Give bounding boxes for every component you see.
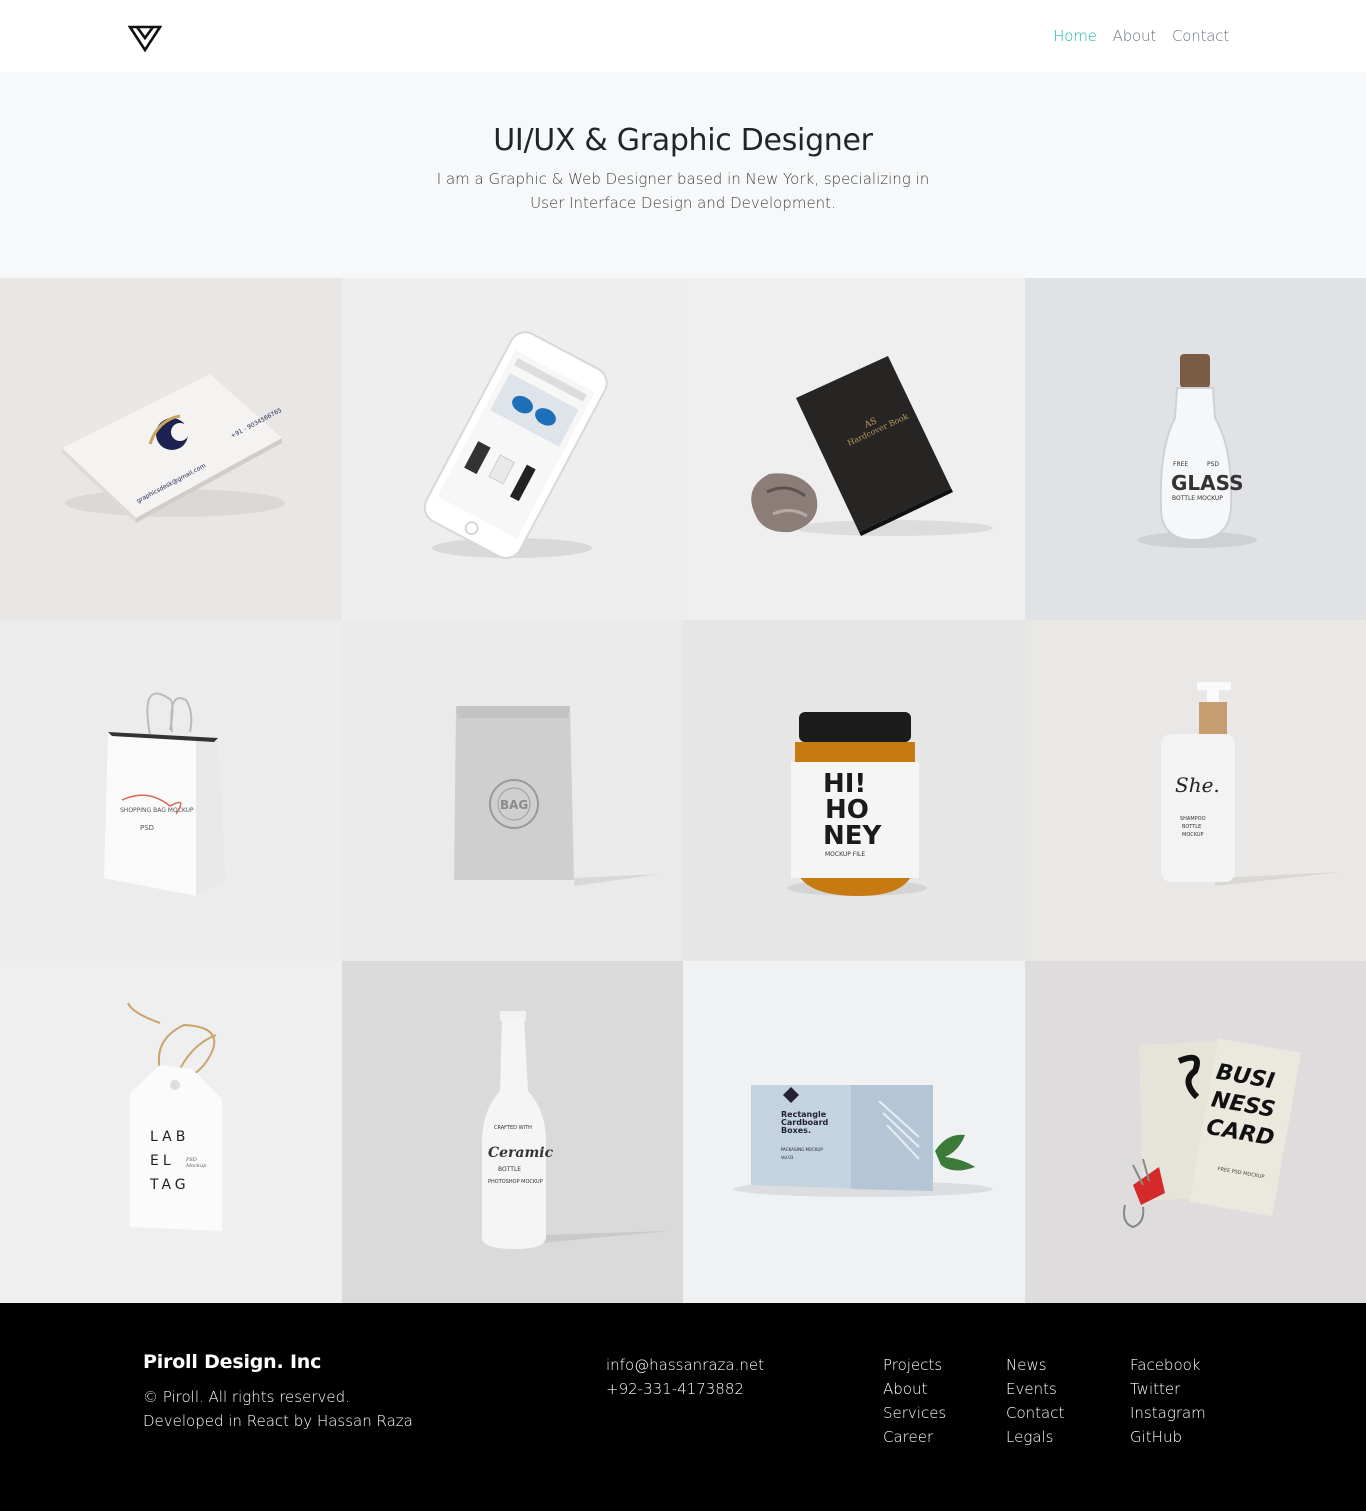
footer-col-info: News Events Contact Legals bbox=[1006, 1353, 1064, 1449]
honey-line-3: NEY bbox=[823, 821, 883, 851]
shampoo-brand: She. bbox=[1175, 773, 1220, 797]
shopping-bag-text: SHOPPING BAG MOCKUP bbox=[120, 807, 194, 814]
ceramic-bottle-text: BOTTLE bbox=[498, 1166, 521, 1173]
footer-link-twitter[interactable]: Twitter bbox=[1130, 1377, 1206, 1401]
shampoo-sub-3: MOCKUP bbox=[1182, 832, 1204, 838]
ceramic-subtitle: PHOTOSHOP MOCKUP bbox=[488, 1179, 543, 1185]
nav-link-about[interactable]: About bbox=[1113, 26, 1157, 46]
footer-brand: Piroll Design. Inc bbox=[143, 1351, 322, 1373]
hardcover-book-mockup-icon: AS Hardcover Book bbox=[751, 356, 993, 536]
glass-title: GLASS bbox=[1171, 471, 1244, 495]
portfolio-item-ceramic-bottle[interactable]: CRAFTED WITH Ceramic BOTTLE PHOTOSHOP MO… bbox=[342, 961, 683, 1303]
hero-subtitle: I am a Graphic & Web Designer based in N… bbox=[436, 170, 930, 212]
shampoo-bottle-mockup-icon: She. SHAMPOO BOTTLE MOCKUP bbox=[1161, 682, 1343, 886]
footer: Piroll Design. Inc © Piroll. All rights … bbox=[0, 1303, 1366, 1511]
footer-developer: Developed in React by Hassan Raza bbox=[143, 1412, 413, 1430]
footer-link-services[interactable]: Services bbox=[883, 1401, 946, 1425]
box-subtitle: PACKAGING MOCKUP bbox=[781, 1147, 823, 1152]
footer-phone-link[interactable]: +92-331-4173882 bbox=[606, 1377, 764, 1401]
portfolio-grid: +91 - 9034566765 graphicsdesk@gmail.com bbox=[0, 278, 1366, 1303]
brand-logo-icon[interactable] bbox=[128, 24, 162, 52]
tag-mockup: Mockup bbox=[185, 1163, 207, 1169]
ceramic-name: Ceramic bbox=[488, 1145, 554, 1161]
footer-link-news[interactable]: News bbox=[1006, 1353, 1064, 1377]
hero-title: UI/UX & Graphic Designer bbox=[493, 123, 873, 158]
portfolio-item-phone[interactable] bbox=[342, 278, 683, 620]
shopping-bag-mockup-icon: SHOPPING BAG MOCKUP PSD bbox=[104, 692, 226, 896]
shopping-bag-psd: PSD bbox=[140, 824, 154, 832]
hero-section: UI/UX & Graphic Designer I am a Graphic … bbox=[0, 72, 1366, 278]
portfolio-item-honey-jar[interactable]: HI! HO NEY MOCKUP FILE bbox=[683, 620, 1025, 961]
nav-links: Home About Contact bbox=[1037, 26, 1229, 46]
portfolio-item-cardboard-box[interactable]: Rectangle Cardboard Boxes. PACKAGING MOC… bbox=[683, 961, 1025, 1303]
portfolio-item-book[interactable]: AS Hardcover Book bbox=[683, 278, 1025, 620]
paper-bag-text: BAG bbox=[500, 798, 528, 812]
label-tag-mockup-icon: LAB EL TAG PSD Mockup bbox=[127, 1002, 222, 1231]
nav-link-contact[interactable]: Contact bbox=[1172, 26, 1229, 46]
phone-mockup-icon bbox=[423, 331, 608, 560]
shampoo-sub-2: BOTTLE bbox=[1182, 824, 1201, 830]
business-card-mockup-icon: +91 - 9034566765 graphicsdesk@gmail.com bbox=[62, 374, 285, 523]
footer-contact: info@hassanraza.net +92-331-4173882 bbox=[606, 1353, 764, 1401]
business-card-clip-mockup-icon: BUSI NESS CARD FREE PSD MOCKUP bbox=[1123, 1038, 1302, 1229]
glass-free: FREE bbox=[1173, 461, 1188, 468]
footer-col-social: Facebook Twitter Instagram GitHub bbox=[1130, 1353, 1206, 1449]
ceramic-bottle-mockup-icon: CRAFTED WITH Ceramic BOTTLE PHOTOSHOP MO… bbox=[482, 1011, 668, 1249]
footer-link-about[interactable]: About bbox=[883, 1377, 946, 1401]
footer-link-instagram[interactable]: Instagram bbox=[1130, 1401, 1206, 1425]
tag-line-2: EL bbox=[150, 1153, 175, 1169]
honey-subtitle: MOCKUP FILE bbox=[825, 851, 865, 858]
footer-col-company: Projects About Services Career bbox=[883, 1353, 946, 1449]
footer-link-projects[interactable]: Projects bbox=[883, 1353, 946, 1377]
cardboard-box-mockup-icon: Rectangle Cardboard Boxes. PACKAGING MOC… bbox=[733, 1085, 993, 1197]
portfolio-item-business-card[interactable]: +91 - 9034566765 graphicsdesk@gmail.com bbox=[0, 278, 342, 620]
footer-link-events[interactable]: Events bbox=[1006, 1377, 1064, 1401]
footer-copyright: © Piroll. All rights reserved. bbox=[143, 1388, 350, 1406]
glass-bottle-mockup-icon: FREE PSD GLASS BOTTLE MOCKUP bbox=[1137, 354, 1257, 548]
navbar: Home About Contact bbox=[0, 0, 1366, 72]
portfolio-item-paper-bag[interactable]: BAG bbox=[342, 620, 683, 961]
box-volume: Vol.03 bbox=[781, 1155, 794, 1160]
paper-bag-mockup-icon: BAG bbox=[454, 706, 662, 886]
footer-link-career[interactable]: Career bbox=[883, 1425, 946, 1449]
portfolio-item-business-card-clip[interactable]: BUSI NESS CARD FREE PSD MOCKUP bbox=[1025, 961, 1366, 1303]
portfolio-item-label-tag[interactable]: LAB EL TAG PSD Mockup bbox=[0, 961, 342, 1303]
portfolio-item-shampoo[interactable]: She. SHAMPOO BOTTLE MOCKUP bbox=[1025, 620, 1366, 961]
footer-link-github[interactable]: GitHub bbox=[1130, 1425, 1206, 1449]
tag-line-1: LAB bbox=[150, 1129, 189, 1145]
portfolio-item-shopping-bag[interactable]: SHOPPING BAG MOCKUP PSD bbox=[0, 620, 342, 961]
portfolio-item-glass-bottle[interactable]: FREE PSD GLASS BOTTLE MOCKUP bbox=[1025, 278, 1366, 620]
glass-subtitle: BOTTLE MOCKUP bbox=[1172, 495, 1223, 502]
footer-link-legals[interactable]: Legals bbox=[1006, 1425, 1064, 1449]
footer-link-facebook[interactable]: Facebook bbox=[1130, 1353, 1206, 1377]
footer-link-contact[interactable]: Contact bbox=[1006, 1401, 1064, 1425]
shampoo-sub-1: SHAMPOO bbox=[1180, 816, 1206, 822]
nav-link-home[interactable]: Home bbox=[1053, 26, 1097, 46]
footer-email-link[interactable]: info@hassanraza.net bbox=[606, 1353, 764, 1377]
ceramic-top: CRAFTED WITH bbox=[494, 1125, 532, 1131]
footer-copyright-block: © Piroll. All rights reserved. Developed… bbox=[143, 1385, 413, 1433]
honey-jar-mockup-icon: HI! HO NEY MOCKUP FILE bbox=[787, 712, 927, 896]
tag-line-3: TAG bbox=[149, 1177, 190, 1193]
box-title-3: Boxes. bbox=[781, 1126, 811, 1135]
glass-psd: PSD bbox=[1207, 461, 1219, 468]
